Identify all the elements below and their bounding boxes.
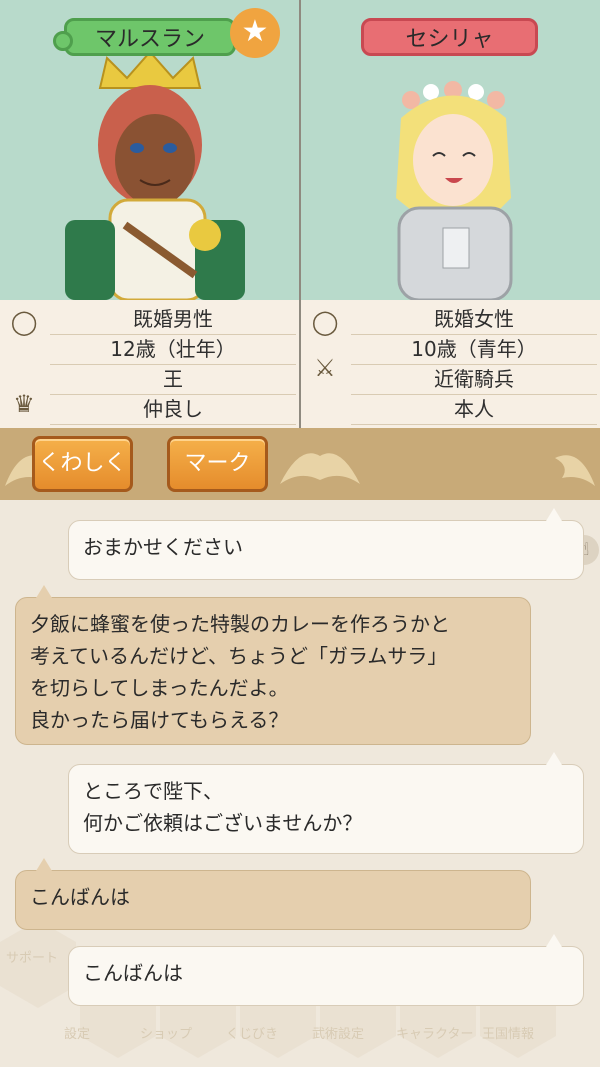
knight-avatar: [396, 81, 513, 300]
chat-bubble-self: こんばんは: [68, 946, 584, 1006]
chat-text: 考えているんだけど、ちょうど「ガラムサラ」: [30, 644, 448, 668]
info-panel-left: ◯ ♛ 既婚男性 12歳（壮年） 王 仲良し: [0, 300, 299, 428]
chat-bubble-self: ところで陛下、 何かご依頼はございませんか？: [68, 764, 584, 854]
chat-log[interactable]: サポート 設定 ショップ くじびき 武術設定 キャラクター 王国情報 ☝ おまか…: [0, 500, 600, 1067]
character-name-left[interactable]: マルスラン: [53, 18, 236, 56]
chat-text: 夕飯に蜂蜜を使った特製のカレーを作ろうかと: [30, 612, 450, 636]
ring-icon: ◯: [10, 308, 38, 336]
bg-menu-label: ショップ: [140, 1027, 193, 1042]
chat-text: ところで陛下、: [83, 779, 223, 803]
chat-bubble-other: こんばんは: [15, 870, 531, 930]
bg-menu-label: 王国情報: [482, 1027, 535, 1042]
portrait-right: セシリャ: [301, 0, 600, 300]
bg-menu-label: サポート: [6, 951, 59, 966]
bg-menu-label: キャラクター: [396, 1027, 474, 1042]
mark-button[interactable]: マーク: [167, 436, 268, 492]
bubble-tail: [36, 585, 52, 598]
info-marital-status: 既婚男性: [50, 304, 296, 335]
info-role: 近衛騎兵: [351, 364, 597, 395]
chat-text: を切らしてしまったんだよ。: [30, 676, 289, 700]
character-name-right[interactable]: セシリャ: [361, 18, 538, 56]
crossed-swords-icon: ⚔: [314, 354, 336, 382]
ornament-center: [280, 453, 360, 484]
king-avatar: [65, 50, 245, 300]
chat-text: 良かったら届けてもらえる？: [30, 708, 289, 732]
bubble-tail: [36, 858, 52, 871]
bg-menu-label: くじびき: [226, 1027, 279, 1042]
bg-menu-label: 武術設定: [312, 1027, 365, 1042]
info-role: 王: [50, 364, 296, 395]
chat-text: こんばんは: [30, 885, 130, 909]
ring-icon: ◯: [311, 308, 339, 336]
chat-text: おまかせください: [83, 535, 243, 559]
bg-menu-label: 設定: [64, 1027, 91, 1042]
ornament-right: [555, 455, 595, 486]
favorite-star-icon[interactable]: ★: [230, 8, 280, 58]
info-relation: 仲良し: [50, 394, 296, 425]
info-marital-status: 既婚女性: [351, 304, 597, 335]
info-age: 10歳（青年）: [351, 334, 597, 365]
bubble-tail: [546, 752, 562, 765]
portrait-left: マルスラン ★: [0, 0, 299, 300]
chat-text: こんばんは: [83, 961, 183, 985]
bubble-tail: [546, 508, 562, 521]
chat-text: 何かご依頼はございませんか？: [83, 811, 363, 835]
chat-bubble-self: おまかせください: [68, 520, 584, 580]
crown-icon: ♛: [13, 390, 35, 418]
chat-bubble-other: 夕飯に蜂蜜を使った特製のカレーを作ろうかと 考えているんだけど、ちょうど「ガラム…: [15, 597, 531, 745]
info-age: 12歳（壮年）: [50, 334, 296, 365]
info-panel-right: ◯ ⚔ 既婚女性 10歳（青年） 近衛騎兵 本人: [301, 300, 600, 428]
info-relation: 本人: [351, 394, 597, 425]
bubble-tail: [546, 934, 562, 947]
details-button[interactable]: くわしく: [32, 436, 133, 492]
